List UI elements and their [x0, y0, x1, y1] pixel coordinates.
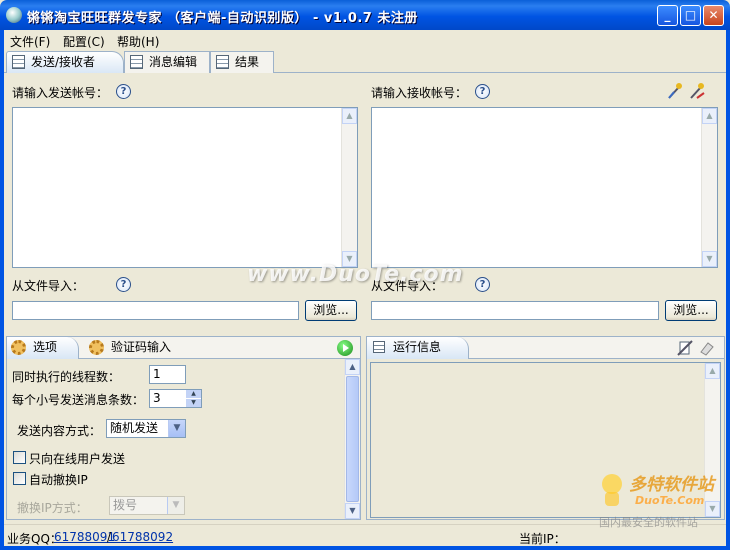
per-account-stepper[interactable]: 3 ▲ ▼	[149, 389, 202, 408]
online-only-label: 只向在线用户发送	[29, 452, 126, 466]
document-icon	[12, 55, 25, 69]
scroll-up-icon[interactable]: ▲	[345, 359, 360, 375]
options-tabs: 选项 验证码输入	[7, 337, 360, 359]
log-tabs: 运行信息	[367, 337, 724, 359]
sender-import-path-input[interactable]	[12, 301, 299, 320]
play-icon[interactable]	[337, 340, 353, 356]
sender-label: 请输入发送帐号：	[12, 86, 109, 100]
scroll-down-icon[interactable]: ▼	[702, 251, 717, 267]
logo-brand: 多特软件站	[629, 475, 714, 495]
auto-ip-label: 自动撤换IP	[29, 473, 88, 487]
tab-options[interactable]: 选项	[7, 337, 79, 359]
sender-help-icon[interactable]: ?	[116, 84, 131, 99]
threads-input[interactable]: 1	[149, 365, 186, 384]
receiver-scrollbar[interactable]: ▲ ▼	[701, 108, 717, 267]
ip-mode-label: 撤换IP方式：	[17, 501, 88, 515]
wand-clear-icon[interactable]	[688, 82, 706, 100]
receiver-import-help-icon[interactable]: ?	[475, 277, 490, 292]
scroll-up-icon[interactable]: ▲	[705, 363, 720, 379]
tab-label: 消息编辑	[149, 55, 198, 69]
tab-captcha-input[interactable]: 验证码输入	[85, 337, 185, 359]
spin-down-icon[interactable]: ▼	[186, 399, 201, 407]
tab-label: 运行信息	[393, 340, 442, 354]
receiver-help-icon[interactable]: ?	[475, 84, 490, 99]
gears-icon	[89, 340, 104, 355]
menu-bar: 文件(F) 配置(C) 帮助(H)	[4, 30, 726, 50]
receiver-label: 请输入接收帐号：	[371, 86, 468, 100]
tab-message-edit[interactable]: 消息编辑	[124, 51, 210, 73]
menu-config[interactable]: 配置(C)	[63, 33, 105, 50]
current-ip-label: 当前IP：	[519, 532, 566, 546]
title-bar[interactable]: 锵锵淘宝旺旺群发专家 （客户端-自动识别版） - v1.0.7 未注册 _ □ …	[0, 0, 730, 30]
tab-label: 发送/接收者	[31, 55, 96, 69]
sender-import-label: 从文件导入：	[12, 279, 85, 293]
sender-accounts-textarea[interactable]: ▲ ▼	[12, 107, 358, 268]
content-mode-label: 发送内容方式：	[17, 424, 102, 438]
spin-up-icon[interactable]: ▲	[186, 390, 201, 398]
sender-import-help-icon[interactable]: ?	[116, 277, 131, 292]
chevron-down-icon[interactable]: ▼	[168, 420, 185, 437]
logo-slogan: 国内最安全的软件站	[599, 516, 698, 529]
threads-label: 同时执行的线程数：	[12, 370, 121, 384]
receiver-accounts-textarea[interactable]: ▲ ▼	[371, 107, 718, 268]
qq-link-2[interactable]: 61788092	[112, 530, 173, 544]
menu-file[interactable]: 文件(F)	[10, 33, 50, 50]
minimize-button[interactable]: _	[657, 5, 678, 26]
document-icon	[216, 55, 229, 69]
auto-ip-checkbox[interactable]	[13, 472, 26, 485]
logo-site: DuoTe.Com	[635, 494, 705, 507]
ip-mode-select[interactable]: 拨号 ▼	[109, 496, 185, 515]
scroll-down-icon[interactable]: ▼	[345, 503, 360, 519]
chevron-down-icon: ▼	[167, 497, 184, 514]
per-account-label: 每个小号发送消息条数：	[12, 393, 145, 407]
qq-separator: /	[107, 530, 112, 544]
tab-label: 选项	[33, 340, 58, 354]
tab-results[interactable]: 结果	[210, 51, 274, 73]
sender-scrollbar[interactable]: ▲ ▼	[341, 108, 357, 267]
maximize-button[interactable]: □	[680, 5, 701, 26]
document-icon	[130, 55, 143, 69]
online-only-checkbox[interactable]	[13, 451, 26, 464]
clear-log-icon[interactable]	[677, 340, 693, 356]
tab-run-info[interactable]: 运行信息	[367, 337, 469, 359]
receiver-import-path-input[interactable]	[371, 301, 659, 320]
options-panel: 选项 验证码输入 同时执行的线程数： 1 每个小号发送消息条数： 3 ▲ ▼ 发…	[6, 336, 361, 520]
window-title: 锵锵淘宝旺旺群发专家 （客户端-自动识别版） - v1.0.7 未注册	[27, 11, 418, 26]
content-mode-value: 随机发送	[110, 421, 159, 435]
sender-browse-button[interactable]: 浏览...	[305, 300, 357, 321]
duote-logo-watermark: 多特软件站 DuoTe.Com 国内最安全的软件站	[597, 470, 725, 532]
scroll-thumb[interactable]	[346, 376, 359, 502]
tab-label: 验证码输入	[111, 340, 172, 354]
menu-help[interactable]: 帮助(H)	[117, 33, 159, 50]
tab-send-receive[interactable]: 发送/接收者	[6, 51, 124, 74]
qq-link-1[interactable]: 61788091	[54, 530, 115, 544]
main-tabs: 发送/接收者 消息编辑 结果	[4, 50, 726, 74]
eraser-icon[interactable]	[699, 340, 715, 356]
options-scrollbar[interactable]: ▲ ▼	[344, 359, 360, 519]
per-account-value: 3	[153, 391, 161, 405]
ip-mode-value: 拨号	[113, 498, 138, 512]
scroll-up-icon[interactable]: ▲	[702, 108, 717, 124]
duote-watermark: www.DuoTe.com	[247, 262, 464, 287]
close-button[interactable]: ✕	[703, 5, 724, 26]
app-icon	[6, 7, 22, 23]
tab-label: 结果	[235, 55, 260, 69]
content-mode-select[interactable]: 随机发送 ▼	[106, 419, 186, 438]
gears-icon	[11, 340, 26, 355]
mascot-icon	[602, 474, 622, 506]
wand-icon[interactable]	[666, 82, 684, 100]
send-receive-panel: 请输入发送帐号： ? 请输入接收帐号： ? ▲ ▼ ▲ ▼ 从文件导入： ? 从…	[4, 73, 726, 329]
receiver-browse-button[interactable]: 浏览...	[665, 300, 717, 321]
log-icon	[373, 341, 385, 353]
scroll-up-icon[interactable]: ▲	[342, 108, 357, 124]
